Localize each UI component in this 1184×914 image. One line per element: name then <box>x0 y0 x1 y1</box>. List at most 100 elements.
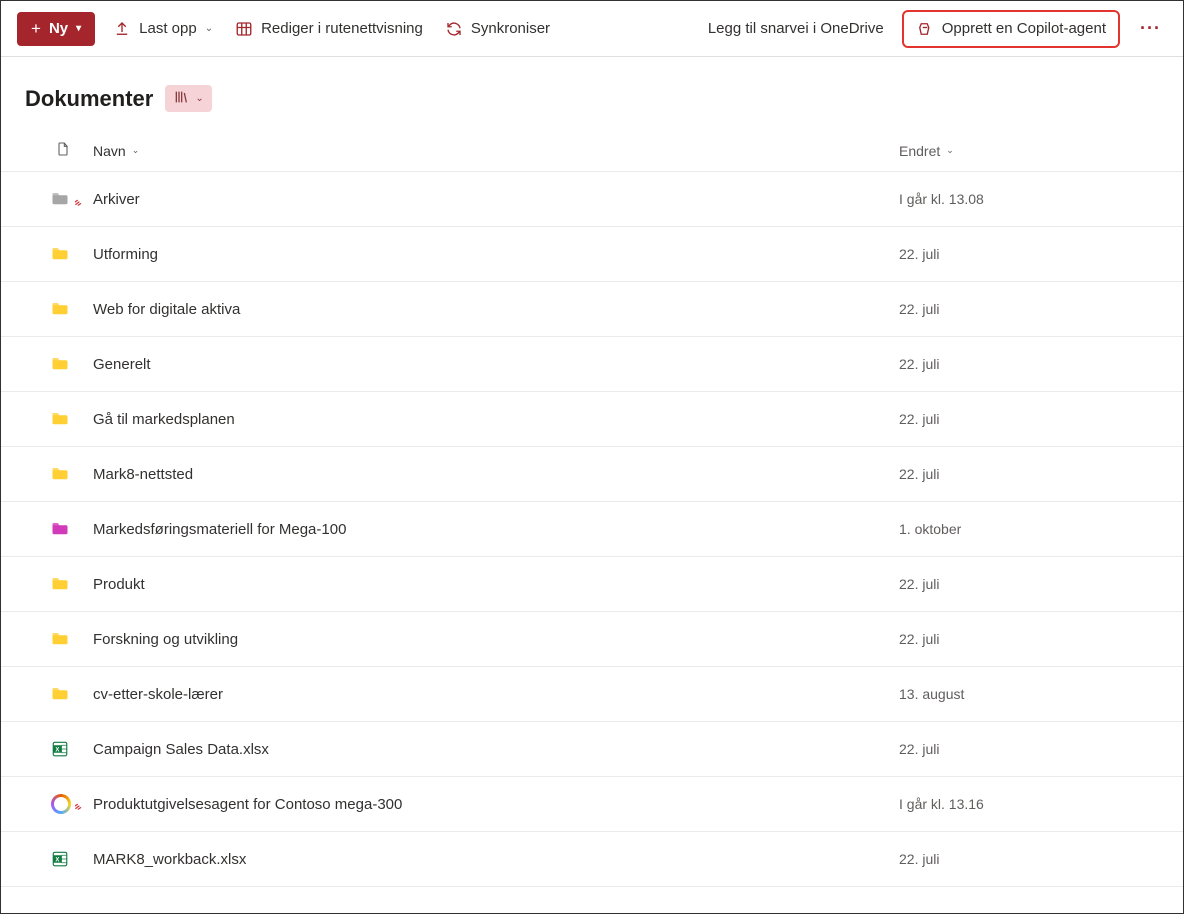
folder-icon <box>49 410 71 428</box>
sync-label: Synkroniser <box>471 20 550 37</box>
new-button-label: Ny <box>49 20 68 37</box>
folder-icon <box>49 685 71 703</box>
item-icon-cell <box>25 190 93 208</box>
edit-grid-button[interactable]: Rediger i rutenettvisning <box>231 16 427 42</box>
list-item[interactable]: Forskning og utvikling22. juli <box>1 612 1183 667</box>
item-name: Arkiver <box>93 191 140 208</box>
edit-grid-label: Rediger i rutenettvisning <box>261 20 423 37</box>
item-modified: 22. juli <box>899 356 939 372</box>
list-header: Navn ⌄ Endret ⌄ <box>1 130 1183 172</box>
item-modified: I går kl. 13.08 <box>899 191 984 207</box>
item-modified: 22. juli <box>899 576 939 592</box>
command-bar: + Ny ▾ Last opp ⌄ Rediger i rutenettvisn… <box>1 1 1183 57</box>
item-name: MARK8_workback.xlsx <box>93 851 246 868</box>
upload-icon <box>113 20 131 38</box>
chevron-down-icon: ⌄ <box>205 23 213 34</box>
item-name: Gå til markedsplanen <box>93 411 235 428</box>
item-modified: 13. august <box>899 686 964 702</box>
more-actions-button[interactable]: ··· <box>1134 18 1167 39</box>
item-modified: 22. juli <box>899 301 939 317</box>
new-indicator-icon <box>75 198 83 206</box>
item-name: Forskning og utvikling <box>93 631 238 648</box>
item-name: Generelt <box>93 356 151 373</box>
list-item[interactable]: Produktutgivelsesagent for Contoso mega-… <box>1 777 1183 832</box>
page-header: Dokumenter ⌄ <box>1 57 1183 130</box>
copilot-agent-icon <box>51 794 71 814</box>
column-modified-label: Endret <box>899 143 940 159</box>
item-icon-cell <box>25 630 93 648</box>
file-list: Navn ⌄ Endret ⌄ Arkiver I går kl. 13.08 Ut… <box>1 130 1183 887</box>
column-name-label: Navn <box>93 143 126 159</box>
item-icon-cell <box>25 740 93 758</box>
item-icon-cell <box>25 685 93 703</box>
item-name: Mark8-nettsted <box>93 466 193 483</box>
list-item[interactable]: MARK8_workback.xlsx 22. juli <box>1 832 1183 887</box>
sync-button[interactable]: Synkroniser <box>441 16 554 42</box>
view-selector[interactable]: ⌄ <box>165 85 211 112</box>
list-item[interactable]: Campaign Sales Data.xlsx22. juli <box>1 722 1183 777</box>
item-icon-cell <box>25 300 93 318</box>
list-item[interactable]: Produkt22. juli <box>1 557 1183 612</box>
item-icon-cell <box>25 794 93 814</box>
folder-icon <box>49 190 71 208</box>
item-modified: 22. juli <box>899 466 939 482</box>
folder-icon <box>49 575 71 593</box>
library-icon <box>173 89 189 108</box>
create-copilot-agent-label: Opprett en Copilot-agent <box>942 20 1106 37</box>
sync-icon <box>445 20 463 38</box>
new-button[interactable]: + Ny ▾ <box>17 12 95 46</box>
item-name: Web for digitale aktiva <box>93 301 240 318</box>
item-modified: 22. juli <box>899 851 939 867</box>
chevron-down-icon: ⌄ <box>195 93 203 104</box>
item-icon-cell <box>25 410 93 428</box>
item-icon-cell <box>25 520 93 538</box>
chevron-down-icon: ▾ <box>76 23 81 34</box>
chevron-down-icon: ⌄ <box>946 145 954 156</box>
item-name: Markedsføringsmateriell for Mega-100 <box>93 521 346 538</box>
folder-icon <box>49 300 71 318</box>
upload-button[interactable]: Last opp ⌄ <box>109 16 217 42</box>
item-modified: 1. oktober <box>899 521 961 537</box>
grid-icon <box>235 20 253 38</box>
plus-icon: + <box>31 19 41 39</box>
chevron-down-icon: ⌄ <box>132 145 140 156</box>
list-item[interactable]: Generelt 22. juli <box>1 337 1183 392</box>
excel-file-icon <box>49 740 71 758</box>
list-item[interactable]: Mark8-nettsted 22. juli <box>1 447 1183 502</box>
file-icon <box>55 141 71 160</box>
page-title: Dokumenter <box>25 86 153 112</box>
add-shortcut-button[interactable]: Legg til snarvei i OneDrive <box>704 16 888 41</box>
add-shortcut-label: Legg til snarvei i OneDrive <box>708 20 884 37</box>
column-header-modified[interactable]: Endret ⌄ <box>899 143 1159 159</box>
copilot-icon <box>916 20 934 38</box>
list-item[interactable]: Web for digitale aktiva 22. juli <box>1 282 1183 337</box>
item-modified: 22. juli <box>899 411 939 427</box>
list-item[interactable]: Utforming 22. juli <box>1 227 1183 282</box>
item-name: Produktutgivelsesagent for Contoso mega-… <box>93 796 402 813</box>
upload-label: Last opp <box>139 20 197 37</box>
folder-icon <box>49 465 71 483</box>
list-item[interactable]: Arkiver I går kl. 13.08 <box>1 172 1183 227</box>
list-item[interactable]: cv-etter-skole-lærer 13. august <box>1 667 1183 722</box>
column-header-name[interactable]: Navn ⌄ <box>93 143 139 159</box>
excel-file-icon <box>49 850 71 868</box>
item-modified: 22. juli <box>899 246 939 262</box>
item-name: cv-etter-skole-lærer <box>93 686 223 703</box>
ellipsis-icon: ··· <box>1140 18 1161 38</box>
folder-icon <box>49 355 71 373</box>
column-header-type[interactable] <box>25 141 93 160</box>
item-icon-cell <box>25 245 93 263</box>
item-icon-cell <box>25 355 93 373</box>
folder-icon <box>49 520 71 538</box>
new-indicator-icon <box>75 802 83 810</box>
create-copilot-agent-button[interactable]: Opprett en Copilot-agent <box>902 10 1120 48</box>
list-item[interactable]: Gå til markedsplanen 22. juli <box>1 392 1183 447</box>
item-name: Utforming <box>93 246 158 263</box>
item-modified: I går kl. 13.16 <box>899 796 984 812</box>
list-item[interactable]: Markedsføringsmateriell for Mega-100 1. o… <box>1 502 1183 557</box>
item-icon-cell <box>25 465 93 483</box>
item-icon-cell <box>25 850 93 868</box>
item-name: Campaign Sales Data.xlsx <box>93 741 269 758</box>
folder-icon <box>49 245 71 263</box>
folder-icon <box>49 630 71 648</box>
